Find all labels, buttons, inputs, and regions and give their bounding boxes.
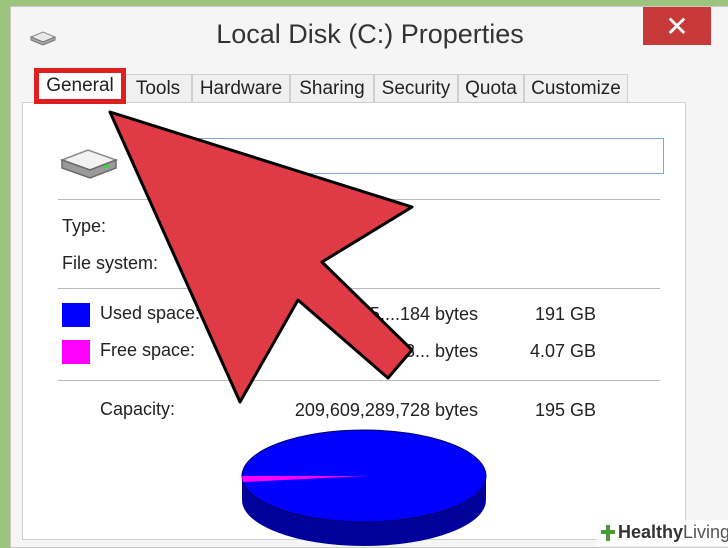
drive-name-input[interactable] [180,138,664,174]
free-space-label: Free space: [100,340,196,360]
tab-general[interactable]: General [34,68,126,104]
watermark-brand-rest: Living [683,522,728,542]
used-space-label: Used space: [100,303,201,323]
tab-sharing[interactable]: Sharing [290,74,374,102]
hard-drive-icon [59,149,119,179]
tab-tools[interactable]: Tools [124,74,192,102]
healthy-living-watermark: HealthyLiving [596,520,728,546]
free-space-bytes: 4,3... bytes [389,341,478,361]
free-space-swatch [62,340,90,364]
file-system-label: File system: [62,253,159,273]
separator-bottom [58,380,660,381]
disk-usage-pie-chart [241,429,487,546]
healthy-living-logo-icon [601,525,615,541]
capacity-label: Capacity: [100,399,176,419]
free-space-size: 4.07 GB [529,341,596,361]
window-title: Local Disk (C:) Properties [216,19,524,49]
close-icon: ✕ [665,10,689,43]
close-button[interactable]: ✕ [643,7,711,45]
separator-middle [58,288,660,289]
tab-hardware[interactable]: Hardware [192,74,290,102]
type-label: Type: [62,216,107,236]
tab-security[interactable]: Security [374,74,458,102]
used-space-swatch [62,303,90,327]
watermark-brand-bold: Healthy [618,522,684,542]
used-space-bytes: 205,...184 bytes [349,304,478,324]
title-bar: Local Disk (C:) Properties ✕ [11,7,728,65]
tab-customize[interactable]: Customize [524,74,628,102]
separator-top [58,199,660,200]
used-space-size: 191 GB [534,304,596,324]
capacity-bytes: 209,609,289,728 bytes [294,400,478,420]
tab-quota[interactable]: Quota [458,74,524,102]
capacity-size: 195 GB [534,400,596,420]
